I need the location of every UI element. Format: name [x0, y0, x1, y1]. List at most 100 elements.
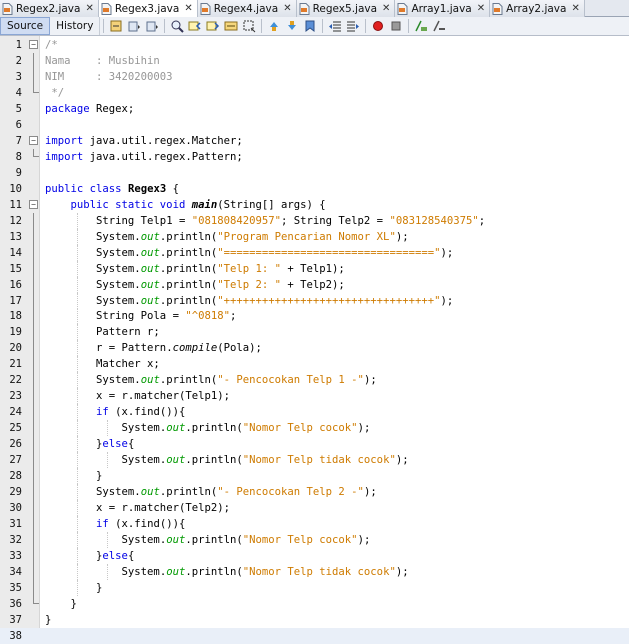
code-line: 15 System.out.println("Telp 1: " + Telp1… — [0, 260, 629, 277]
toolbar-separator — [103, 19, 105, 33]
toggle-highlight-icon[interactable] — [223, 18, 239, 34]
close-tab-icon[interactable]: ✕ — [184, 3, 192, 14]
code-line: 23 x = r.matcher(Telp1); — [0, 388, 629, 405]
comment-icon[interactable] — [413, 18, 429, 34]
toolbar-separator — [322, 19, 324, 33]
code-text: System.out.println("====================… — [96, 246, 454, 259]
last-edit-icon[interactable] — [108, 18, 124, 34]
code-text: } — [96, 581, 103, 594]
code-line: 27 System.out.println("Nomor Telp tidak … — [0, 452, 629, 469]
close-tab-icon[interactable]: ✕ — [477, 3, 485, 14]
code-text: } — [45, 613, 52, 626]
fold-guide — [33, 468, 34, 485]
fold-toggle-icon[interactable]: − — [29, 135, 38, 145]
code-text: System.out.println("Telp 2: " + Telp2); — [96, 278, 345, 291]
fold-guide — [33, 228, 34, 245]
line-number: 26 — [9, 438, 22, 451]
line-number: 10 — [9, 182, 22, 195]
toggle-bookmark-icon[interactable] — [302, 18, 318, 34]
java-file-icon — [200, 2, 211, 15]
java-file-icon — [492, 2, 503, 15]
code-text: String Telp1 = "081808420957"; String Te… — [96, 214, 486, 227]
code-line: 13 System.out.println("Program Pencarian… — [0, 228, 629, 245]
code-line: 6 — [0, 117, 629, 133]
code-text: } — [96, 470, 103, 483]
code-line: 22 System.out.println("- Pencocokan Telp… — [0, 372, 629, 389]
fold-guide — [33, 548, 34, 564]
fold-guide — [33, 579, 34, 596]
code-line: 12 String Telp1 = "081808420957"; String… — [0, 212, 629, 229]
uncomment-icon[interactable] — [431, 18, 447, 34]
code-line: 28 } — [0, 468, 629, 485]
editor-tab[interactable]: Array1.java ✕ — [395, 0, 491, 17]
code-text: NIM : 3420200003 — [45, 70, 173, 83]
stop-macro-icon[interactable] — [388, 18, 404, 34]
code-text: System.out.println("Nomor Telp tidak coc… — [121, 454, 409, 467]
close-tab-icon[interactable]: ✕ — [382, 3, 390, 14]
close-tab-icon[interactable]: ✕ — [571, 3, 579, 14]
history-view-button[interactable]: History — [50, 17, 101, 35]
editor-tab[interactable]: Regex2.java ✕ — [0, 0, 99, 17]
find-previous-icon[interactable] — [187, 18, 203, 34]
line-number: 16 — [9, 278, 22, 291]
fold-guide — [33, 212, 34, 229]
shift-left-icon[interactable] — [327, 18, 343, 34]
find-selection-icon[interactable] — [169, 18, 185, 34]
code-text: package Regex; — [45, 102, 135, 115]
editor-tab[interactable]: Array2.java ✕ — [490, 0, 585, 17]
java-file-icon — [2, 2, 13, 15]
editor-toolbar: Source History — [0, 17, 629, 36]
fold-end — [33, 148, 39, 157]
fold-guide — [33, 244, 34, 261]
code-line: 2 Nama : Musbihin — [0, 52, 629, 69]
tab-label: Regex2.java — [16, 2, 81, 15]
code-line: 18 String Pola = "^0818"; — [0, 308, 629, 325]
tab-label: Regex4.java — [213, 2, 279, 15]
code-line: 37} — [0, 612, 629, 628]
current-line[interactable]: 38 — [0, 627, 629, 644]
code-text: Matcher x; — [96, 358, 160, 371]
line-number: 7 — [15, 134, 22, 147]
editor-tab[interactable]: Regex3.java ✕ — [98, 0, 198, 18]
fold-guide — [33, 420, 34, 437]
line-number: 35 — [9, 581, 22, 594]
line-number: 14 — [9, 246, 22, 259]
fold-toggle-icon[interactable]: − — [29, 40, 38, 49]
start-macro-icon[interactable] — [370, 18, 386, 34]
next-bookmark-icon[interactable] — [284, 18, 300, 34]
code-line: 4 */ — [0, 84, 629, 101]
line-number: 25 — [9, 422, 22, 435]
editor-tab[interactable]: Regex4.java ✕ — [197, 0, 297, 17]
code-line: 16 System.out.println("Telp 2: " + Telp2… — [0, 276, 629, 293]
forward-icon[interactable] — [144, 18, 160, 34]
fold-toggle-icon[interactable]: − — [29, 199, 38, 209]
code-text: } — [70, 597, 77, 610]
fold-guide — [33, 563, 34, 580]
code-line: 20 r = Pattern.compile(Pola); — [0, 340, 629, 357]
editor-tab[interactable]: Regex5.java ✕ — [296, 0, 396, 17]
line-number: 6 — [15, 118, 22, 131]
prev-bookmark-icon[interactable] — [266, 18, 282, 34]
code-line: 31 if (x.find()){ — [0, 516, 629, 533]
code-text: System.out.println("- Pencocokan Telp 2 … — [96, 486, 377, 499]
line-number: 8 — [15, 150, 22, 163]
find-next-icon[interactable] — [205, 18, 221, 34]
line-number: 12 — [9, 214, 22, 227]
code-line: 7− import java.util.regex.Matcher; — [0, 133, 629, 149]
line-number: 32 — [9, 534, 22, 547]
close-tab-icon[interactable]: ✕ — [283, 3, 291, 14]
source-view-button[interactable]: Source — [0, 17, 51, 35]
fold-guide — [33, 388, 34, 405]
code-text: Nama : Musbihin — [45, 54, 160, 67]
fold-end — [33, 595, 39, 604]
back-icon[interactable] — [126, 18, 142, 34]
code-text: public class Regex3 { — [45, 182, 179, 195]
code-text: }else{ — [96, 438, 135, 451]
code-line: 1−/* — [0, 37, 629, 53]
shift-right-icon[interactable] — [345, 18, 361, 34]
code-editor[interactable]: 1−/* 2 Nama : Musbihin 3 NIM : 3420200003 … — [0, 36, 629, 644]
line-number: 38 — [9, 629, 22, 642]
close-tab-icon[interactable]: ✕ — [85, 3, 93, 14]
toggle-rect-select-icon[interactable] — [241, 18, 257, 34]
line-number: 19 — [9, 326, 22, 339]
